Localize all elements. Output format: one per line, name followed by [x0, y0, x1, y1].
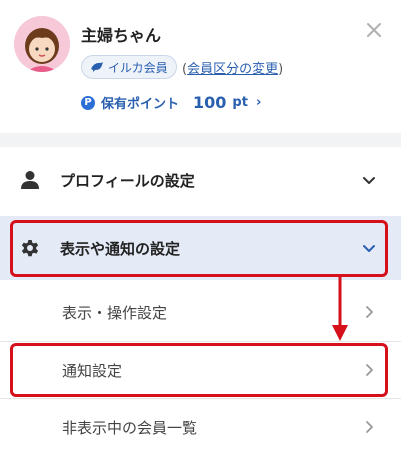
arrow-down-icon [332, 277, 348, 341]
points-icon: P [81, 95, 95, 110]
member-badge-label: イルカ会員 [108, 60, 168, 75]
section-gap [0, 133, 401, 147]
submenu-hidden-members[interactable]: 非表示中の会員一覧 [0, 398, 401, 456]
submenu-label: 表示・操作設定 [62, 303, 168, 322]
points-link[interactable]: P 保有ポイント 100 pt › [81, 93, 261, 112]
user-name: 主婦ちゃん [81, 26, 162, 45]
close-paren: ) [278, 62, 284, 77]
chevron-down-icon [363, 177, 375, 184]
person-icon [21, 171, 39, 189]
highlight-box [10, 220, 388, 277]
menu-profile-settings[interactable]: プロフィールの設定 [0, 152, 401, 208]
chevron-right-icon: › [255, 95, 262, 110]
member-change: (会員区分の変更) [182, 58, 283, 77]
close-icon[interactable] [362, 18, 386, 42]
avatar[interactable] [14, 16, 70, 72]
submenu-label: 非表示中の会員一覧 [62, 418, 198, 437]
highlight-box [10, 343, 388, 397]
points-unit: pt [232, 95, 248, 110]
points-label: 保有ポイント [101, 97, 180, 112]
dolphin-icon [91, 62, 103, 72]
chevron-right-icon [366, 421, 373, 433]
menu-profile-label: プロフィールの設定 [60, 171, 195, 190]
chevron-right-icon [366, 306, 373, 318]
profile-header: 主婦ちゃん イルカ会員 (会員区分の変更) P 保有ポイント 100 pt › [0, 0, 401, 133]
points-value: 100 [193, 93, 227, 112]
member-badge: イルカ会員 [81, 55, 177, 79]
change-membership-link[interactable]: 会員区分の変更 [187, 62, 278, 77]
